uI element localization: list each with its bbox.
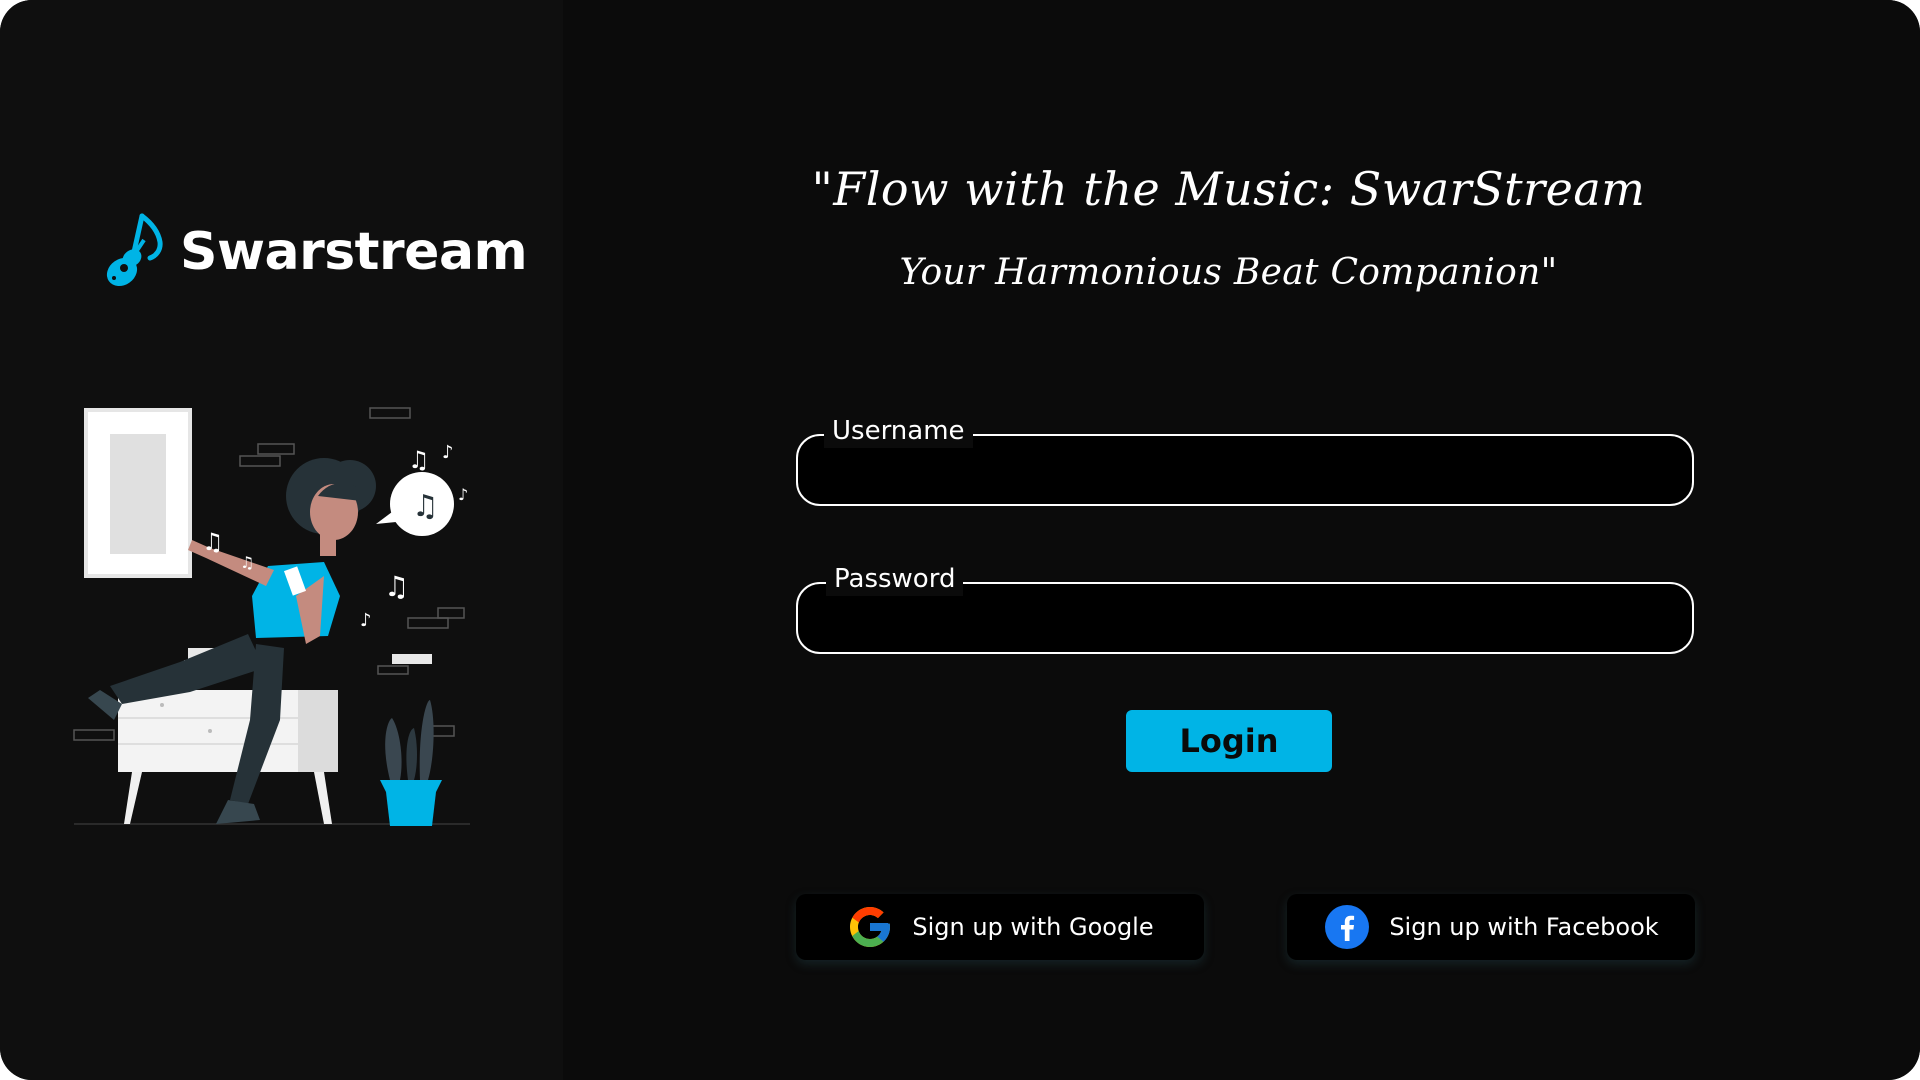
svg-text:♫: ♫ [202,528,224,556]
svg-text:♫: ♫ [412,489,439,524]
password-input[interactable] [818,598,1677,640]
google-icon [850,907,891,947]
left-panel: Swarstream ♫ ♫ ♪ ♪ ♫ ♫ ♫ ♪ [0,0,563,1080]
username-input[interactable] [818,450,1677,492]
svg-text:♪: ♪ [360,610,372,631]
brand-logo[interactable]: Swarstream [98,212,528,292]
facebook-signup-label: Sign up with Facebook [1389,913,1659,941]
app-window: Swarstream ♫ ♫ ♪ ♪ ♫ ♫ ♫ ♪ "Flow with th… [0,0,1920,1080]
woman-dancing-with-music-illustration: ♫ ♫ ♪ ♪ ♫ ♫ ♫ ♪ [73,407,470,826]
username-label: Username [824,414,973,448]
brand-name: Swarstream [180,222,528,282]
facebook-icon [1325,905,1370,949]
password-field[interactable]: Password [796,562,1694,654]
username-field[interactable]: Username [796,414,1694,506]
guitar-music-note-icon [106,213,163,287]
login-button[interactable]: Login [1126,710,1332,772]
tagline-subheading: Your Harmonious Beat Companion" [899,252,1558,293]
facebook-signup-button[interactable]: Sign up with Facebook [1287,894,1695,960]
svg-text:♪: ♪ [442,442,454,463]
svg-text:♫: ♫ [384,570,409,603]
password-label: Password [826,562,964,596]
svg-text:♪: ♪ [458,485,468,504]
google-signup-label: Sign up with Google [912,913,1154,941]
svg-text:♫: ♫ [408,446,430,474]
google-signup-button[interactable]: Sign up with Google [796,894,1204,960]
tagline-heading: "Flow with the Music: SwarStream [811,162,1646,216]
svg-text:♫: ♫ [240,553,254,572]
